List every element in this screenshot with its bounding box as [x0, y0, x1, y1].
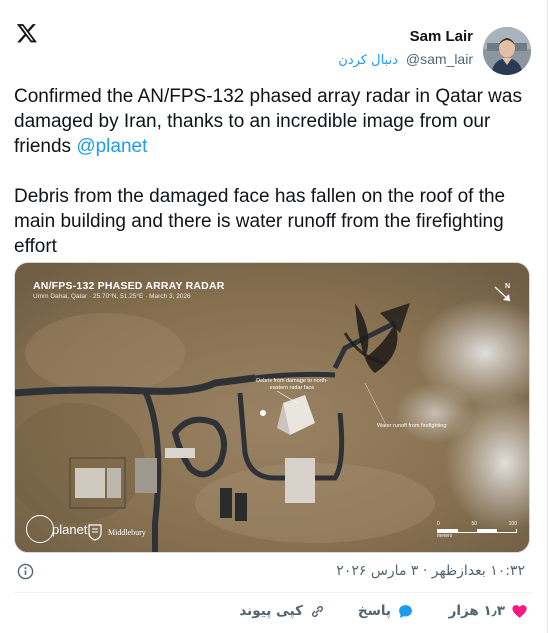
image-subtitle: Umm Dahal, Qatar · 25.70°N, 51.25°E · Ma… — [33, 293, 191, 300]
reply-bubble-icon — [399, 604, 412, 618]
scale-label-100: 100 — [508, 521, 517, 527]
like-button[interactable]: ۱٫۳ هزار — [449, 600, 528, 622]
middlebury-logo: Middlebury — [88, 524, 146, 541]
divider — [14, 592, 533, 593]
like-count: ۱٫۳ هزار — [448, 603, 505, 619]
tweet-card: Sam Lair دنبال کردن @sam_lair Confirmed t… — [0, 0, 548, 633]
mention-link[interactable]: @planet — [76, 136, 147, 157]
reply-label: پاسخ — [357, 603, 391, 619]
action-bar: ۱٫۳ هزار پاسخ کپی پیوند — [0, 600, 548, 624]
tweet-paragraph-1: Confirmed the AN/FPS-132 phased array ra… — [14, 84, 536, 159]
satellite-image — [15, 263, 529, 552]
avatar-image — [483, 27, 531, 75]
author-block: Sam Lair دنبال کردن @sam_lair — [338, 28, 473, 70]
annotation-debris: Debris from damage to north-eastern rada… — [256, 378, 328, 391]
heart-icon — [512, 604, 527, 618]
image-title: AN/FPS-132 PHASED ARRAY RADAR — [33, 280, 225, 292]
author-name[interactable]: Sam Lair — [338, 28, 473, 46]
copy-link-button[interactable]: کپی پیوند — [239, 600, 326, 622]
annotation-water-runoff: Water runoff from firefighting — [377, 423, 447, 429]
author-line: دنبال کردن @sam_lair — [338, 50, 473, 70]
scale-bar: 0 50 100 meters — [437, 521, 517, 539]
follow-button[interactable]: دنبال کردن — [338, 53, 398, 68]
info-icon[interactable] — [17, 563, 34, 580]
planet-brand-text: planet. — [52, 521, 92, 537]
middlebury-shield-icon — [88, 524, 102, 541]
scale-unit: meters — [437, 533, 453, 539]
scale-numbers: 0 50 100 — [437, 521, 517, 527]
link-icon — [311, 605, 324, 617]
author-handle[interactable]: @sam_lair — [406, 51, 473, 67]
north-label: N — [504, 283, 510, 290]
planet-logo: planet. — [26, 515, 91, 543]
tweet-text: Confirmed the AN/FPS-132 phased array ra… — [14, 84, 536, 259]
scale-label-0: 0 — [437, 521, 440, 527]
tweet-media-image[interactable]: AN/FPS-132 PHASED ARRAY RADAR Umm Dahal,… — [14, 262, 530, 553]
reply-button[interactable]: پاسخ — [358, 600, 414, 622]
copy-link-label: کپی پیوند — [239, 603, 303, 619]
middlebury-brand-text: Middlebury — [108, 528, 146, 537]
scale-label-50: 50 — [471, 521, 477, 527]
x-logo-icon[interactable] — [16, 22, 38, 44]
tweet-paragraph-2: Debris from the damaged face has fallen … — [14, 186, 506, 257]
tweet-timestamp[interactable]: ۱۰:۳۲ بعدازظهر · ۳ مارس ۲۰۲۶ — [336, 563, 525, 579]
planet-ring-icon — [26, 515, 54, 543]
avatar[interactable] — [483, 27, 531, 75]
